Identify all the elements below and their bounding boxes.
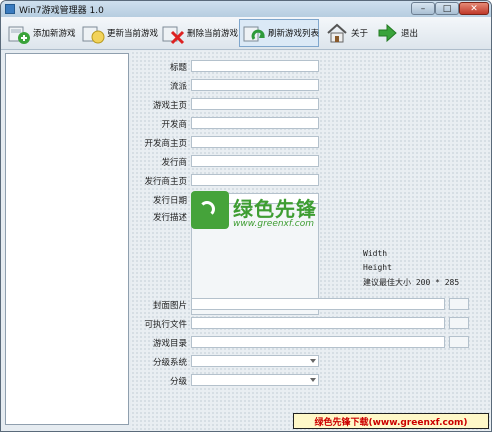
title-label: 标题 (169, 63, 187, 73)
exit-label: 退出 (401, 29, 419, 39)
refresh-icon (242, 21, 266, 45)
developer-home-field[interactable] (191, 136, 319, 148)
watermark: 绿色先锋 www.greenxf.com (191, 191, 341, 249)
exe-field[interactable] (191, 317, 445, 329)
about-label: 关于 (351, 29, 369, 39)
title-field[interactable] (191, 60, 319, 72)
publisher-home-field[interactable] (191, 174, 319, 186)
update-game-button[interactable]: 更新当前游戏 (79, 19, 159, 47)
cover-label: 封面图片 (152, 301, 187, 311)
rating-system-select[interactable] (191, 355, 319, 367)
chevron-down-icon (310, 378, 316, 382)
exit-button[interactable]: 退出 (373, 19, 419, 47)
greenxf-logo-icon (191, 191, 229, 229)
update-icon (81, 21, 105, 45)
height-label: Height (363, 263, 392, 272)
genre-label: 流派 (169, 82, 187, 92)
home-icon (325, 21, 349, 45)
publisher-home-label: 发行商主页 (144, 177, 187, 187)
refresh-list-button[interactable]: 刷新游戏列表 (239, 19, 319, 47)
app-icon (5, 4, 15, 14)
arrow-right-icon (375, 21, 399, 45)
app-window: Win7游戏管理器 1.0 – □ ✕ 添加新游戏 更新当前游戏 删除当前游戏 (0, 0, 492, 432)
cover-browse-button[interactable] (449, 298, 469, 310)
rating-select[interactable] (191, 374, 319, 386)
update-game-label: 更新当前游戏 (107, 29, 159, 39)
maximize-button[interactable]: □ (435, 2, 459, 15)
minimize-button[interactable]: – (411, 2, 435, 15)
width-label: Width (363, 249, 388, 258)
chevron-down-icon (310, 359, 316, 363)
developer-home-label: 开发商主页 (144, 139, 187, 149)
release-label: 发行日期 (152, 196, 187, 206)
delete-icon (161, 21, 185, 45)
exe-browse-button[interactable] (449, 317, 469, 329)
refresh-list-label: 刷新游戏列表 (268, 29, 320, 39)
rating-system-label: 分级系统 (152, 358, 187, 368)
footer-banner: 绿色先锋下载(www.greenxf.com) (293, 413, 489, 429)
game-list[interactable] (5, 53, 129, 425)
watermark-brand: 绿色先锋 (233, 197, 317, 221)
cover-field[interactable] (191, 298, 445, 310)
title-bar: Win7游戏管理器 1.0 – □ ✕ (1, 1, 491, 17)
size-hint: 建议最佳大小 200 * 285 (363, 278, 460, 287)
homepage-label: 游戏主页 (152, 101, 187, 111)
toolbar: 添加新游戏 更新当前游戏 删除当前游戏 刷新游戏列表 关于 退出 (1, 17, 491, 50)
dir-field[interactable] (191, 336, 445, 348)
publisher-field[interactable] (191, 155, 319, 167)
publisher-label: 发行商 (161, 158, 187, 168)
developer-label: 开发商 (161, 120, 187, 130)
window-title: Win7游戏管理器 1.0 (19, 6, 104, 16)
exe-label: 可执行文件 (144, 320, 187, 330)
rating-label: 分级 (169, 377, 187, 387)
delete-game-button[interactable]: 删除当前游戏 (159, 19, 239, 47)
close-icon: ✕ (470, 3, 478, 14)
developer-field[interactable] (191, 117, 319, 129)
dir-label: 游戏目录 (152, 339, 187, 349)
watermark-url: www.greenxf.com (233, 219, 314, 229)
minimize-icon: – (420, 3, 426, 14)
description-label: 发行描述 (152, 213, 187, 223)
delete-game-label: 删除当前游戏 (187, 29, 239, 39)
genre-field[interactable] (191, 79, 319, 91)
add-game-button[interactable]: 添加新游戏 (5, 19, 76, 47)
dir-browse-button[interactable] (449, 336, 469, 348)
about-button[interactable]: 关于 (323, 19, 369, 47)
homepage-field[interactable] (191, 98, 319, 110)
close-button[interactable]: ✕ (459, 2, 489, 15)
add-icon (7, 21, 31, 45)
add-game-label: 添加新游戏 (33, 29, 76, 39)
maximize-icon: □ (442, 3, 452, 14)
